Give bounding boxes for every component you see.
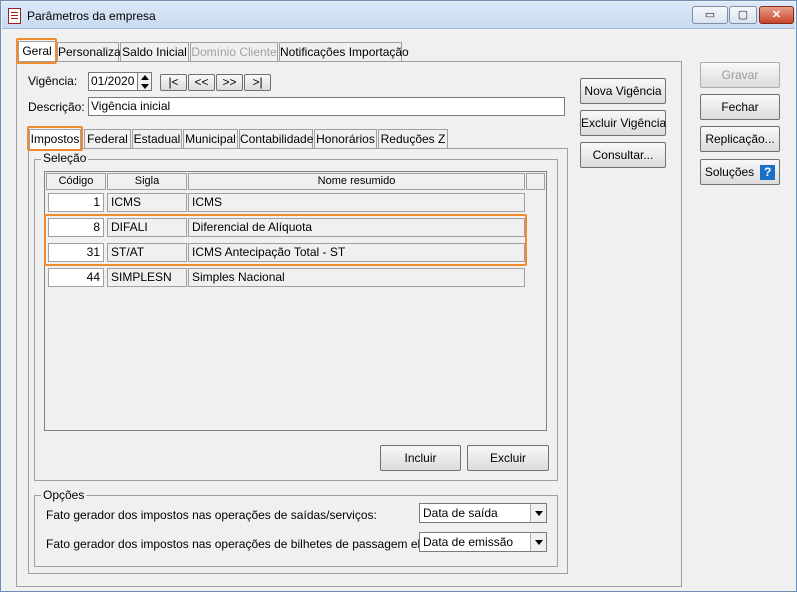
document-icon	[8, 8, 21, 24]
col-header-codigo[interactable]: Código	[46, 173, 106, 190]
fato-gerador-bilhetes-select[interactable]: Data de emissão	[419, 532, 547, 552]
first-vigencia-button[interactable]: |<	[160, 74, 187, 91]
tab-contabilidade[interactable]: Contabilidade	[239, 129, 313, 149]
gravar-button: Gravar	[700, 62, 780, 88]
tab-personaliza[interactable]: Personaliza	[57, 42, 121, 62]
col-header-extra	[526, 173, 545, 190]
geral-tab-highlight	[16, 38, 57, 64]
fato-gerador-bilhetes-value: Data de emissão	[423, 535, 514, 549]
fechar-button[interactable]: Fechar	[700, 94, 780, 120]
opcoes-title: Opções	[41, 488, 87, 502]
tab-saldo-inicial[interactable]: Saldo Inicial	[120, 42, 189, 62]
fato-gerador-saidas-select[interactable]: Data de saída	[419, 503, 547, 523]
prev-vigencia-button[interactable]: <<	[188, 74, 215, 91]
tab-dominio-cliente: Domínio Cliente	[190, 42, 278, 62]
col-header-sigla[interactable]: Sigla	[107, 173, 187, 190]
vigencia-input[interactable]: 01/2020	[88, 72, 138, 91]
table-row-codigo[interactable]: 44	[48, 268, 104, 287]
next-vigencia-button[interactable]: >>	[216, 74, 243, 91]
title-bar: Parâmetros da empresa ▭ ▢ ✕	[2, 2, 795, 29]
fato-gerador-saidas-label: Fato gerador dos impostos nas operações …	[46, 508, 377, 522]
table-row-sigla: ICMS	[107, 193, 187, 212]
excluir-button[interactable]: Excluir	[467, 445, 549, 471]
chevron-down-icon	[530, 533, 546, 551]
table-row-nome: Simples Nacional	[188, 268, 525, 287]
tab-reducoes-z[interactable]: Reduções Z	[378, 129, 448, 149]
col-header-nome[interactable]: Nome resumido	[188, 173, 525, 190]
solucoes-label: Soluções	[704, 165, 755, 179]
fato-gerador-saidas-value: Data de saída	[423, 506, 498, 520]
vigencia-label: Vigência:	[28, 74, 78, 88]
tab-honorarios[interactable]: Honorários	[314, 129, 377, 149]
nova-vigencia-button[interactable]: Nova Vigência	[580, 78, 666, 104]
last-vigencia-button[interactable]: >|	[244, 74, 271, 91]
vigencia-spinner[interactable]	[137, 72, 152, 91]
help-icon: ?	[760, 165, 776, 181]
impostos-tab-highlight	[27, 126, 83, 151]
solucoes-button[interactable]: Soluções?	[700, 159, 780, 185]
excluir-vigencia-button[interactable]: Excluir Vigência	[580, 110, 666, 136]
minimize-button[interactable]: ▭	[692, 6, 728, 24]
consultar-button[interactable]: Consultar...	[580, 142, 666, 168]
maximize-button[interactable]: ▢	[729, 6, 757, 24]
window-title: Parâmetros da empresa	[27, 9, 156, 23]
main-window: Parâmetros da empresa ▭ ▢ ✕ Geral Person…	[0, 0, 797, 592]
chevron-down-icon	[530, 504, 546, 522]
incluir-button[interactable]: Incluir	[380, 445, 461, 471]
table-row-sigla: SIMPLESN	[107, 268, 187, 287]
table-row-nome: ICMS	[188, 193, 525, 212]
selecao-title: Seleção	[41, 151, 89, 165]
descricao-input[interactable]: Vigência inicial	[88, 97, 565, 116]
descricao-label: Descrição:	[28, 100, 85, 114]
replicacao-button[interactable]: Replicação...	[700, 126, 780, 152]
fato-gerador-bilhetes-label: Fato gerador dos impostos nas operações …	[46, 537, 467, 551]
rows-highlight	[44, 214, 527, 266]
table-row-codigo[interactable]: 1	[48, 193, 104, 212]
tab-estadual[interactable]: Estadual	[132, 129, 182, 149]
tab-federal[interactable]: Federal	[84, 129, 131, 149]
close-button[interactable]: ✕	[759, 6, 794, 24]
tab-municipal[interactable]: Municipal	[183, 129, 238, 149]
tab-notificacoes-importacao[interactable]: Notificações Importação	[279, 42, 409, 62]
